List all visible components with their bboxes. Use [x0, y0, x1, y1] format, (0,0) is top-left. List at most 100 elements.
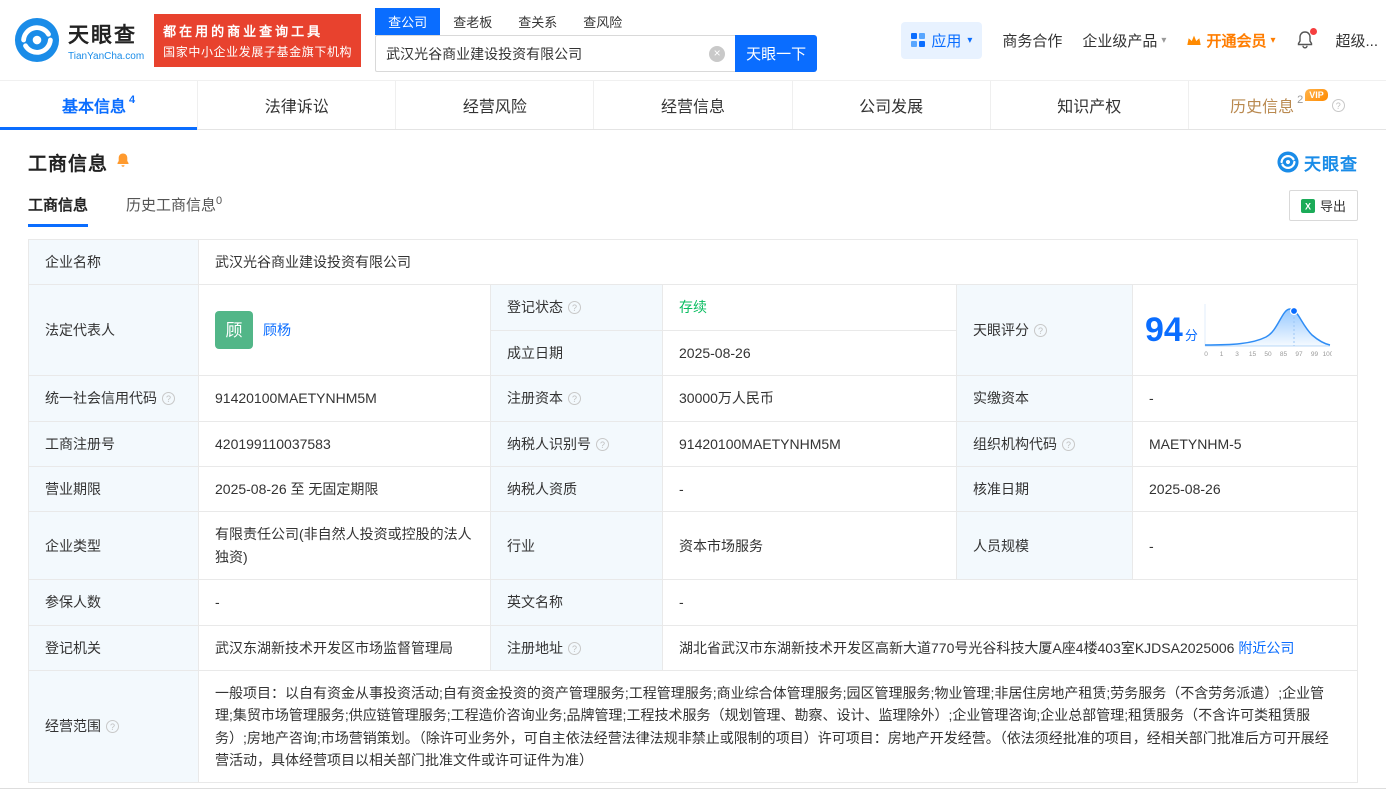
slogan-badge: 都在用的商业查询工具 国家中小企业发展子基金旗下机构: [154, 13, 362, 67]
credit-code-label: 统一社会信用代码?: [28, 375, 199, 422]
help-icon[interactable]: ?: [568, 392, 581, 406]
tab-operation-info[interactable]: 经营信息: [594, 81, 793, 129]
tianyancha-logo[interactable]: 天眼查 TianYanCha.com: [14, 17, 144, 63]
tab-basic-info[interactable]: 基本信息 4: [0, 81, 199, 130]
subtab-business-info[interactable]: 工商信息: [28, 194, 89, 227]
chevron-down-icon: ▾: [1270, 34, 1276, 46]
establish-date-label: 成立日期: [490, 329, 663, 377]
legal-rep-avatar[interactable]: 顾: [215, 311, 253, 350]
legal-rep-link[interactable]: 顾杨: [263, 319, 291, 341]
svg-text:50: 50: [1264, 351, 1272, 358]
svg-text:1: 1: [1220, 351, 1224, 358]
business-term-label: 营业期限: [28, 465, 199, 513]
notification-red-dot: [1310, 28, 1318, 35]
table-row: 营业期限 2025-08-26 至 无固定期限 纳税人资质 - 核准日期 202…: [28, 465, 1358, 513]
search-button[interactable]: 天眼一下: [735, 35, 818, 72]
apps-menu-button[interactable]: 应用 ▾: [901, 21, 983, 59]
reg-authority-label: 登记机关: [28, 624, 199, 671]
score-cell: 94 分 0 1 3 15 50 85 97 99 100: [1132, 284, 1358, 377]
industry-value: 资本市场服务: [662, 511, 957, 581]
menu-business-cooperation[interactable]: 商务合作: [1002, 30, 1062, 51]
apps-grid-icon: [911, 33, 926, 47]
excel-icon: X: [1300, 198, 1315, 213]
clear-search-icon[interactable]: ×: [709, 45, 726, 62]
search-tab-risk[interactable]: 查风险: [570, 8, 635, 35]
insured-label: 参保人数: [28, 579, 199, 626]
search-input-wrap: ×: [375, 35, 736, 72]
nearby-companies-link[interactable]: 附近公司: [1238, 640, 1294, 656]
table-row: 工商注册号 420199110037583 纳税人识别号? 91420100MA…: [28, 420, 1358, 467]
help-icon[interactable]: ?: [1331, 98, 1345, 112]
taxpayer-id-value: 91420100MAETYNHM5M: [662, 420, 957, 467]
search-tabs: 查公司 查老板 查关系 查风险: [375, 8, 817, 35]
tianyancha-company-page: 天眼查 TianYanCha.com 都在用的商业查询工具 国家中小企业发展子基…: [0, 0, 1386, 789]
address-cell: 湖北省武汉市东湖新技术开发区高新大道770号光谷科技大厦A座4楼403室KJDS…: [662, 624, 1358, 671]
reg-capital-value: 30000万人民币: [662, 375, 957, 422]
business-term-value: 2025-08-26 至 无固定期限: [198, 465, 491, 513]
tianyancha-logo-icon: [1277, 151, 1299, 173]
top-header: 天眼查 TianYanCha.com 都在用的商业查询工具 国家中小企业发展子基…: [0, 0, 1386, 80]
menu-super-vip[interactable]: 超级...: [1335, 30, 1378, 51]
svg-text:X: X: [1305, 201, 1311, 211]
menu-open-vip[interactable]: 开通会员 ▾: [1186, 30, 1275, 51]
help-icon[interactable]: ?: [1034, 324, 1047, 338]
company-name-label: 企业名称: [28, 238, 199, 286]
business-scope-value: 一般项目：以自有资金从事投资活动;自有资金投资的资产管理服务;工程管理服务;商业…: [198, 669, 1358, 784]
menu-enterprise-label: 企业级产品: [1082, 32, 1158, 50]
tab-company-development[interactable]: 公司发展: [793, 81, 991, 129]
main-content: 工商信息 天眼查 工商信息 历史工商信息0 X 导出 企业名称 武汉光谷商业建设…: [0, 138, 1386, 784]
table-row: 登记机关 武汉东湖新技术开发区市场监督管理局 注册地址? 湖北省武汉市东湖新技术…: [28, 624, 1358, 671]
table-row: 参保人数 - 英文名称 -: [28, 579, 1358, 626]
tab-legal-litigation[interactable]: 法律诉讼: [198, 81, 397, 129]
taxpayer-quality-value: -: [662, 465, 957, 513]
help-icon[interactable]: ?: [162, 392, 175, 406]
notification-bell-icon[interactable]: [1295, 28, 1318, 50]
svg-text:0: 0: [1204, 351, 1208, 358]
svg-text:99: 99: [1311, 351, 1319, 358]
search-block: 查公司 查老板 查关系 查风险 × 天眼一下: [375, 8, 818, 72]
search-tab-company[interactable]: 查公司: [375, 8, 441, 35]
taxpayer-id-label: 纳税人识别号?: [490, 420, 663, 467]
export-button[interactable]: X 导出: [1288, 190, 1358, 221]
table-row: 经营范围? 一般项目：以自有资金从事投资活动;自有资金投资的资产管理服务;工程管…: [28, 669, 1358, 784]
help-icon[interactable]: ?: [568, 641, 581, 655]
alert-bell-icon[interactable]: [115, 152, 131, 168]
subtab-row: 工商信息 历史工商信息0 X 导出: [28, 190, 1358, 227]
industry-label: 行业: [490, 511, 663, 581]
table-row: 企业名称 武汉光谷商业建设投资有限公司: [28, 238, 1358, 286]
tab-history-info[interactable]: 历史信息 2 VIP?: [1189, 81, 1386, 129]
svg-text:97: 97: [1295, 351, 1303, 358]
help-icon[interactable]: ?: [106, 720, 119, 734]
taxpayer-quality-label: 纳税人资质: [490, 465, 663, 513]
tab-intellectual-property[interactable]: 知识产权: [991, 81, 1189, 129]
help-icon[interactable]: ?: [596, 437, 609, 451]
paid-capital-value: -: [1132, 375, 1358, 422]
company-nav-tabs: 基本信息 4 法律诉讼 经营风险 经营信息 公司发展 知识产权 历史信息 2 VIP?: [0, 80, 1386, 130]
business-info-table: 企业名称 武汉光谷商业建设投资有限公司 法定代表人 顾 顾杨 登记状态? 存续 …: [28, 238, 1358, 784]
tab-count-badge: 2: [1297, 94, 1304, 106]
help-icon[interactable]: ?: [1062, 437, 1075, 451]
watermark-brand-text: 天眼查: [1304, 154, 1358, 174]
staff-size-value: -: [1132, 511, 1358, 581]
tab-operation-risk[interactable]: 经营风险: [396, 81, 595, 129]
subtab-history-business-info[interactable]: 历史工商信息0: [126, 194, 222, 227]
reg-authority-value: 武汉东湖新技术开发区市场监督管理局: [198, 624, 491, 671]
reg-capital-label: 注册资本?: [490, 375, 663, 422]
paid-capital-label: 实缴资本: [956, 375, 1133, 422]
credit-code-value: 91420100MAETYNHM5M: [198, 375, 491, 422]
table-row: 统一社会信用代码? 91420100MAETYNHM5M 注册资本? 30000…: [28, 375, 1358, 422]
logo-subtitle: TianYanCha.com: [68, 50, 145, 62]
crown-icon: [1187, 35, 1202, 45]
export-label: 导出: [1319, 199, 1346, 214]
search-tab-relation[interactable]: 查关系: [505, 8, 570, 35]
org-code-label: 组织机构代码?: [956, 420, 1133, 467]
help-icon[interactable]: ?: [568, 301, 581, 315]
slogan-line1: 都在用的商业查询工具: [163, 23, 324, 39]
chevron-down-icon: ▾: [1161, 34, 1167, 46]
menu-enterprise-products[interactable]: 企业级产品 ▾: [1082, 30, 1166, 51]
table-row: 企业类型 有限责任公司(非自然人投资或控股的法人独资) 行业 资本市场服务 人员…: [28, 511, 1358, 581]
address-value: 湖北省武汉市东湖新技术开发区高新大道770号光谷科技大厦A座4楼403室KJDS…: [679, 639, 1235, 656]
search-input[interactable]: [386, 45, 710, 62]
section-header: 工商信息 天眼查: [28, 138, 1358, 186]
search-tab-boss[interactable]: 查老板: [440, 8, 505, 35]
